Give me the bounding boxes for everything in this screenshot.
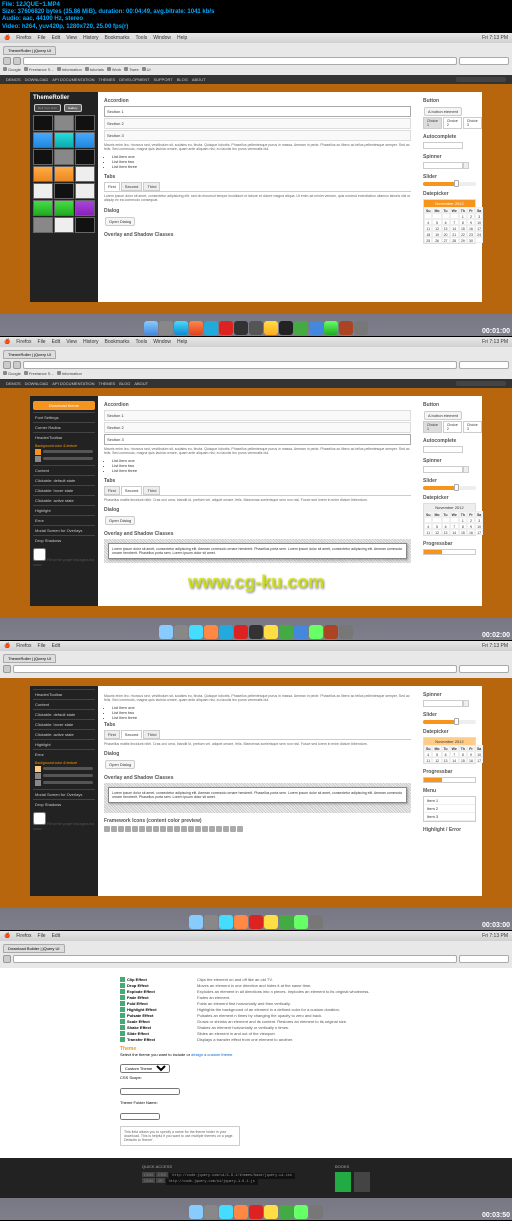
widgets-right: Button A button element Choice 1 Choice … [417, 92, 482, 302]
url-bar[interactable] [23, 57, 457, 65]
apple-icon[interactable]: 🍎 [4, 35, 10, 41]
effect-desc: Folds an element first horizontally and … [197, 1001, 452, 1006]
themeroller-sidebar: ThemeRoller Roll Your Own Gallery [30, 92, 98, 302]
effect-desc: Slides an element in and out of the view… [197, 1031, 452, 1036]
slider-widget[interactable] [423, 182, 476, 186]
firefox-icon[interactable] [189, 321, 203, 335]
effect-name: Explode Effect [127, 989, 197, 994]
effect-name: Fade Effect [127, 995, 197, 1000]
checkbox-icon[interactable] [120, 1001, 125, 1006]
effect-name: Fold Effect [127, 1001, 197, 1006]
effect-name: Drop Effect [127, 983, 197, 988]
checkbox-icon[interactable] [120, 989, 125, 994]
effect-name: Slide Effect [127, 1031, 197, 1036]
checkbox-icon[interactable] [120, 977, 125, 982]
effect-desc: Clips the element on and off like an old… [197, 977, 452, 982]
frame-3: 🍎FirefoxFileEditFri 7:13 PM ThemeRoller … [0, 641, 512, 930]
mac-dock [0, 314, 512, 336]
finder-icon[interactable] [144, 321, 158, 335]
filezilla-icon[interactable] [219, 321, 233, 335]
open-dialog-button[interactable]: Open Dialog [105, 217, 135, 226]
effect-desc: Moves an element in one direction and hi… [197, 983, 452, 988]
checkbox-icon[interactable] [120, 1025, 125, 1030]
datepicker[interactable]: November 2012 SuMoTuWeThFrSa 123 4567891… [423, 199, 476, 244]
mac-menubar: 🍎 Firefox File Edit View History Bookmar… [0, 33, 512, 43]
effect-name: Pulsate Effect [127, 1013, 197, 1018]
browser-tab[interactable]: ThemeRoller | jQuery UI [3, 46, 56, 55]
effect-desc: Fades an element. [197, 995, 452, 1000]
effect-desc: Pulsates an element n times by changing … [197, 1013, 452, 1018]
theme-gallery [33, 115, 95, 233]
browser-chrome: ThemeRoller | jQuery UI Google Freelance… [0, 43, 512, 75]
checkbox-icon[interactable] [120, 1013, 125, 1018]
autocomplete-input[interactable] [423, 142, 463, 149]
effect-desc: Shakes an element horizontally or vertic… [197, 1025, 452, 1030]
browser-search[interactable] [459, 57, 509, 65]
effect-desc: Displays a transfer effect from one elem… [197, 1037, 452, 1042]
safari-icon[interactable] [174, 321, 188, 335]
page-title: ThemeRoller [33, 95, 95, 101]
site-nav: DEMOS DOWNLOAD API DOCUMENTATION THEMES … [0, 75, 512, 84]
checkbox-icon[interactable] [120, 1031, 125, 1036]
forward-button[interactable] [13, 57, 21, 65]
back-button[interactable] [3, 57, 11, 65]
accordion-section[interactable]: Section 1 [104, 106, 411, 117]
frame-4: 🍎FirefoxFileEditFri 7:13 PM Download Bui… [0, 931, 512, 1220]
frame-2: 🍎FirefoxFileEditViewHistoryBookmarksTool… [0, 337, 512, 640]
effect-name: Highlight Effect [127, 1007, 197, 1012]
site-search[interactable] [456, 77, 506, 82]
checkbox-icon[interactable] [120, 1037, 125, 1042]
effect-name: Transfer Effect [127, 1037, 197, 1042]
download-theme-button[interactable]: Download theme [33, 401, 95, 410]
effect-desc: Grows or shrinks an element and its cont… [197, 1019, 452, 1024]
effect-name: Scale Effect [127, 1019, 197, 1024]
effect-name: Clip Effect [127, 977, 197, 982]
checkbox-icon[interactable] [120, 1007, 125, 1012]
clock: Fri 7:13 PM [482, 35, 508, 41]
checkbox-icon[interactable] [120, 995, 125, 1000]
bookmarks-bar: Google Freelance S... Information tutori… [2, 66, 510, 73]
trash-icon[interactable] [354, 321, 368, 335]
checkbox-icon[interactable] [120, 983, 125, 988]
frame-1: 🍎 Firefox File Edit View History Bookmar… [0, 33, 512, 336]
theme-select[interactable]: Custom Theme [120, 1064, 170, 1073]
spinner-input[interactable] [423, 162, 463, 169]
effect-desc: Explodes an element in all directions in… [197, 989, 452, 994]
effect-desc: Highlights the background of an element … [197, 1007, 452, 1012]
file-info: File: 12JQUE~1.MP4 Size: 37606820 bytes … [0, 0, 512, 33]
effect-name: Shake Effect [127, 1025, 197, 1030]
timestamp: 00:01:00 [482, 328, 510, 335]
theme-thumb[interactable] [33, 115, 53, 131]
widgets-main: Accordion Section 1 Section 2 Section 3 … [98, 92, 417, 302]
checkbox-icon[interactable] [120, 1019, 125, 1024]
